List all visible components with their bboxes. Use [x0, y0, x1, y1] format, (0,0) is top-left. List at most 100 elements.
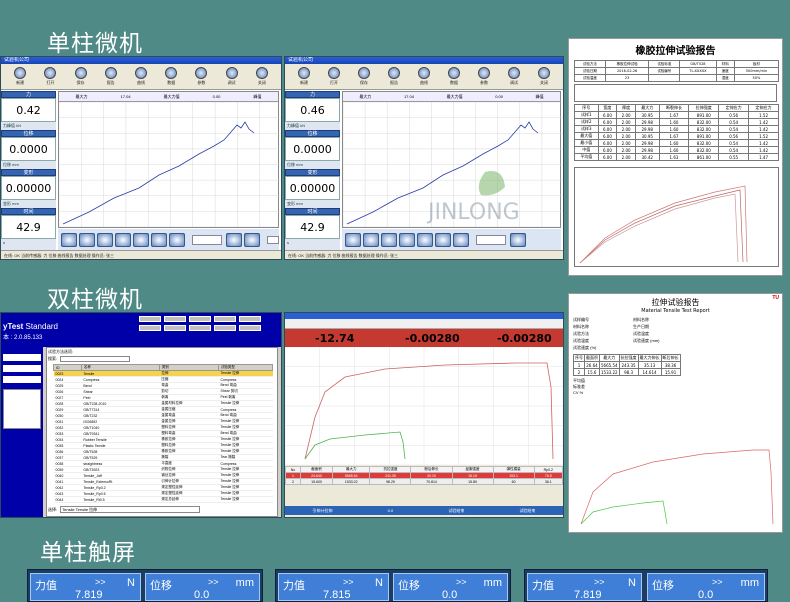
- up-button[interactable]: [399, 232, 415, 247]
- return-button[interactable]: [151, 232, 167, 247]
- top-button[interactable]: [239, 325, 261, 331]
- header-cell: 试验方法: [574, 60, 606, 68]
- side-field[interactable]: [3, 376, 41, 383]
- search-input[interactable]: [60, 356, 131, 362]
- side-field[interactable]: [3, 354, 41, 361]
- footer-label: 选择:: [48, 506, 58, 512]
- down-button[interactable]: [133, 232, 149, 247]
- toolbar: 新建 打开 保存 报告 曲线 数据 参数 调试 关闭: [285, 64, 563, 90]
- pause-button[interactable]: [79, 232, 95, 247]
- stress-strain-chart: [285, 347, 563, 465]
- zero-button[interactable]: [453, 232, 469, 247]
- set-button[interactable]: [510, 232, 526, 247]
- toolbar-button[interactable]: 曲线: [134, 67, 147, 86]
- double-column-curve-window: -12.74 -0.00280 -0.00280 No 截面积 最大力 抗拉强度 断后伸…: [284, 312, 564, 518]
- displacement-box: 位移 >> mm 0.0: [145, 573, 260, 601]
- down-button[interactable]: [417, 232, 433, 247]
- status-item[interactable]: 试验结束: [448, 508, 464, 514]
- single-column-software-window-2: 试验机公司 新建 打开 保存 报告 曲线 数据 参数 调试 关闭 力 0.46 力峰值 kN 位移 0.…: [284, 56, 564, 260]
- arrow-icon[interactable]: >>: [95, 577, 106, 587]
- start-button[interactable]: [61, 232, 77, 247]
- toolbar-button[interactable]: 调试: [508, 67, 520, 86]
- stat-label: CV %: [573, 390, 584, 395]
- table-cell: Tensile_Rt0.5: [81, 496, 160, 503]
- status-item[interactable]: 试验结束: [519, 508, 535, 514]
- toolbar-button[interactable]: 调试: [225, 67, 238, 86]
- top-button[interactable]: [139, 316, 161, 322]
- table-cell: 2.00: [616, 153, 636, 161]
- toolbar-button[interactable]: 参数: [478, 67, 490, 86]
- table-cell: 14.614: [637, 368, 662, 376]
- table-cell: 1.47: [748, 153, 779, 161]
- top-button[interactable]: [164, 325, 186, 331]
- top-button[interactable]: [164, 316, 186, 322]
- table-head-cell: 最大力: [634, 104, 660, 112]
- arrow-icon[interactable]: >>: [594, 577, 605, 587]
- control-bar: [342, 229, 561, 250]
- toolbar-button[interactable]: 保存: [74, 67, 87, 86]
- stop-button[interactable]: [381, 232, 397, 247]
- up-button[interactable]: [115, 232, 131, 247]
- chart-header-label: 最大力: [75, 94, 88, 99]
- top-button[interactable]: [139, 325, 161, 331]
- set-button[interactable]: [226, 232, 242, 247]
- toolbar-button[interactable]: 数据: [448, 67, 460, 86]
- pause-button[interactable]: [363, 232, 379, 247]
- option-box[interactable]: [267, 235, 279, 244]
- table-row[interactable]: 2 15.600 1533.22 98.29 70.814 15.89 60 36.1: [285, 478, 563, 485]
- toolbar-button[interactable]: 打开: [44, 67, 57, 86]
- toolbar-button[interactable]: 新建: [298, 67, 310, 86]
- report-field-row: 材料名称 生产日期: [573, 323, 782, 330]
- readout-value: 0.0000: [1, 137, 56, 161]
- list-title: 试验方法选项:: [48, 349, 74, 354]
- start-button[interactable]: [345, 232, 361, 247]
- status-item[interactable]: 引伸计拉伸: [313, 508, 333, 514]
- speed-field[interactable]: [192, 234, 222, 245]
- table-cell: 1533.22: [332, 478, 371, 485]
- displacement-label: 位移: [150, 580, 172, 592]
- header-cell: 材料: [715, 60, 735, 68]
- arrow-icon[interactable]: >>: [343, 577, 354, 587]
- speed-field[interactable]: [476, 234, 506, 245]
- readout-panel: 力 0.46 力峰值 kN 位移 0.0000 位移 mm 变形 0.00000 变形 mm 时间…: [285, 91, 340, 250]
- arrow-icon[interactable]: >>: [208, 577, 219, 587]
- header-cell: 试验标准: [648, 60, 681, 68]
- top-button[interactable]: [239, 316, 261, 322]
- toolbar-button[interactable]: 参数: [195, 67, 208, 86]
- top-button[interactable]: [189, 316, 211, 322]
- toolbar-button[interactable]: 新建: [14, 67, 27, 86]
- table-head-row: 序号 截面积 最大力 抗拉强度 最大力伸长 断后伸长: [573, 354, 681, 362]
- side-field[interactable]: [3, 365, 41, 372]
- toolbar-button[interactable]: 关闭: [255, 67, 268, 86]
- toolbar-button[interactable]: 报告: [104, 67, 117, 86]
- selection-field[interactable]: Tensile Tensile 拉伸: [60, 506, 201, 513]
- top-button[interactable]: [214, 316, 236, 322]
- toolbar-button[interactable]: 数据: [165, 67, 178, 86]
- table-row: 最小值 6.00 2.00 29.98 1.60 832.00 0.54 1.42: [574, 139, 779, 147]
- toolbar-button[interactable]: 保存: [358, 67, 370, 86]
- report-subtitle: Material Tensile Test Report: [641, 308, 710, 314]
- table-cell: 1.63: [658, 153, 690, 161]
- toolbar-button[interactable]: 关闭: [538, 67, 550, 86]
- top-button[interactable]: [189, 325, 211, 331]
- stop-button[interactable]: [97, 232, 113, 247]
- table-cell: 5665.54: [599, 361, 620, 369]
- field-value: 试验速度 (mm): [633, 338, 660, 343]
- window-titlebar: 试验机公司: [1, 57, 281, 64]
- status-item[interactable]: 0.0: [388, 508, 394, 513]
- displacement-value: 0.0: [194, 589, 210, 601]
- table-row[interactable]: 0044 Tensile_Rt0.5 规定总延伸 Tensile 拉伸: [53, 496, 273, 503]
- toolbar-button[interactable]: 报告: [388, 67, 400, 86]
- toolbar-button[interactable]: 打开: [328, 67, 340, 86]
- run-button[interactable]: [244, 232, 260, 247]
- return-button[interactable]: [435, 232, 451, 247]
- toolbar-button[interactable]: 曲线: [418, 67, 430, 86]
- top-button[interactable]: [214, 325, 236, 331]
- arrow-icon[interactable]: >>: [456, 577, 467, 587]
- table-cell: 6.00: [597, 146, 618, 154]
- arrow-icon[interactable]: >>: [712, 577, 723, 587]
- readout-unit: 位移 mm: [287, 162, 303, 167]
- header-cell: 试验编号: [648, 67, 681, 75]
- chart-header-label: 0.00: [212, 94, 221, 99]
- zero-button[interactable]: [169, 232, 185, 247]
